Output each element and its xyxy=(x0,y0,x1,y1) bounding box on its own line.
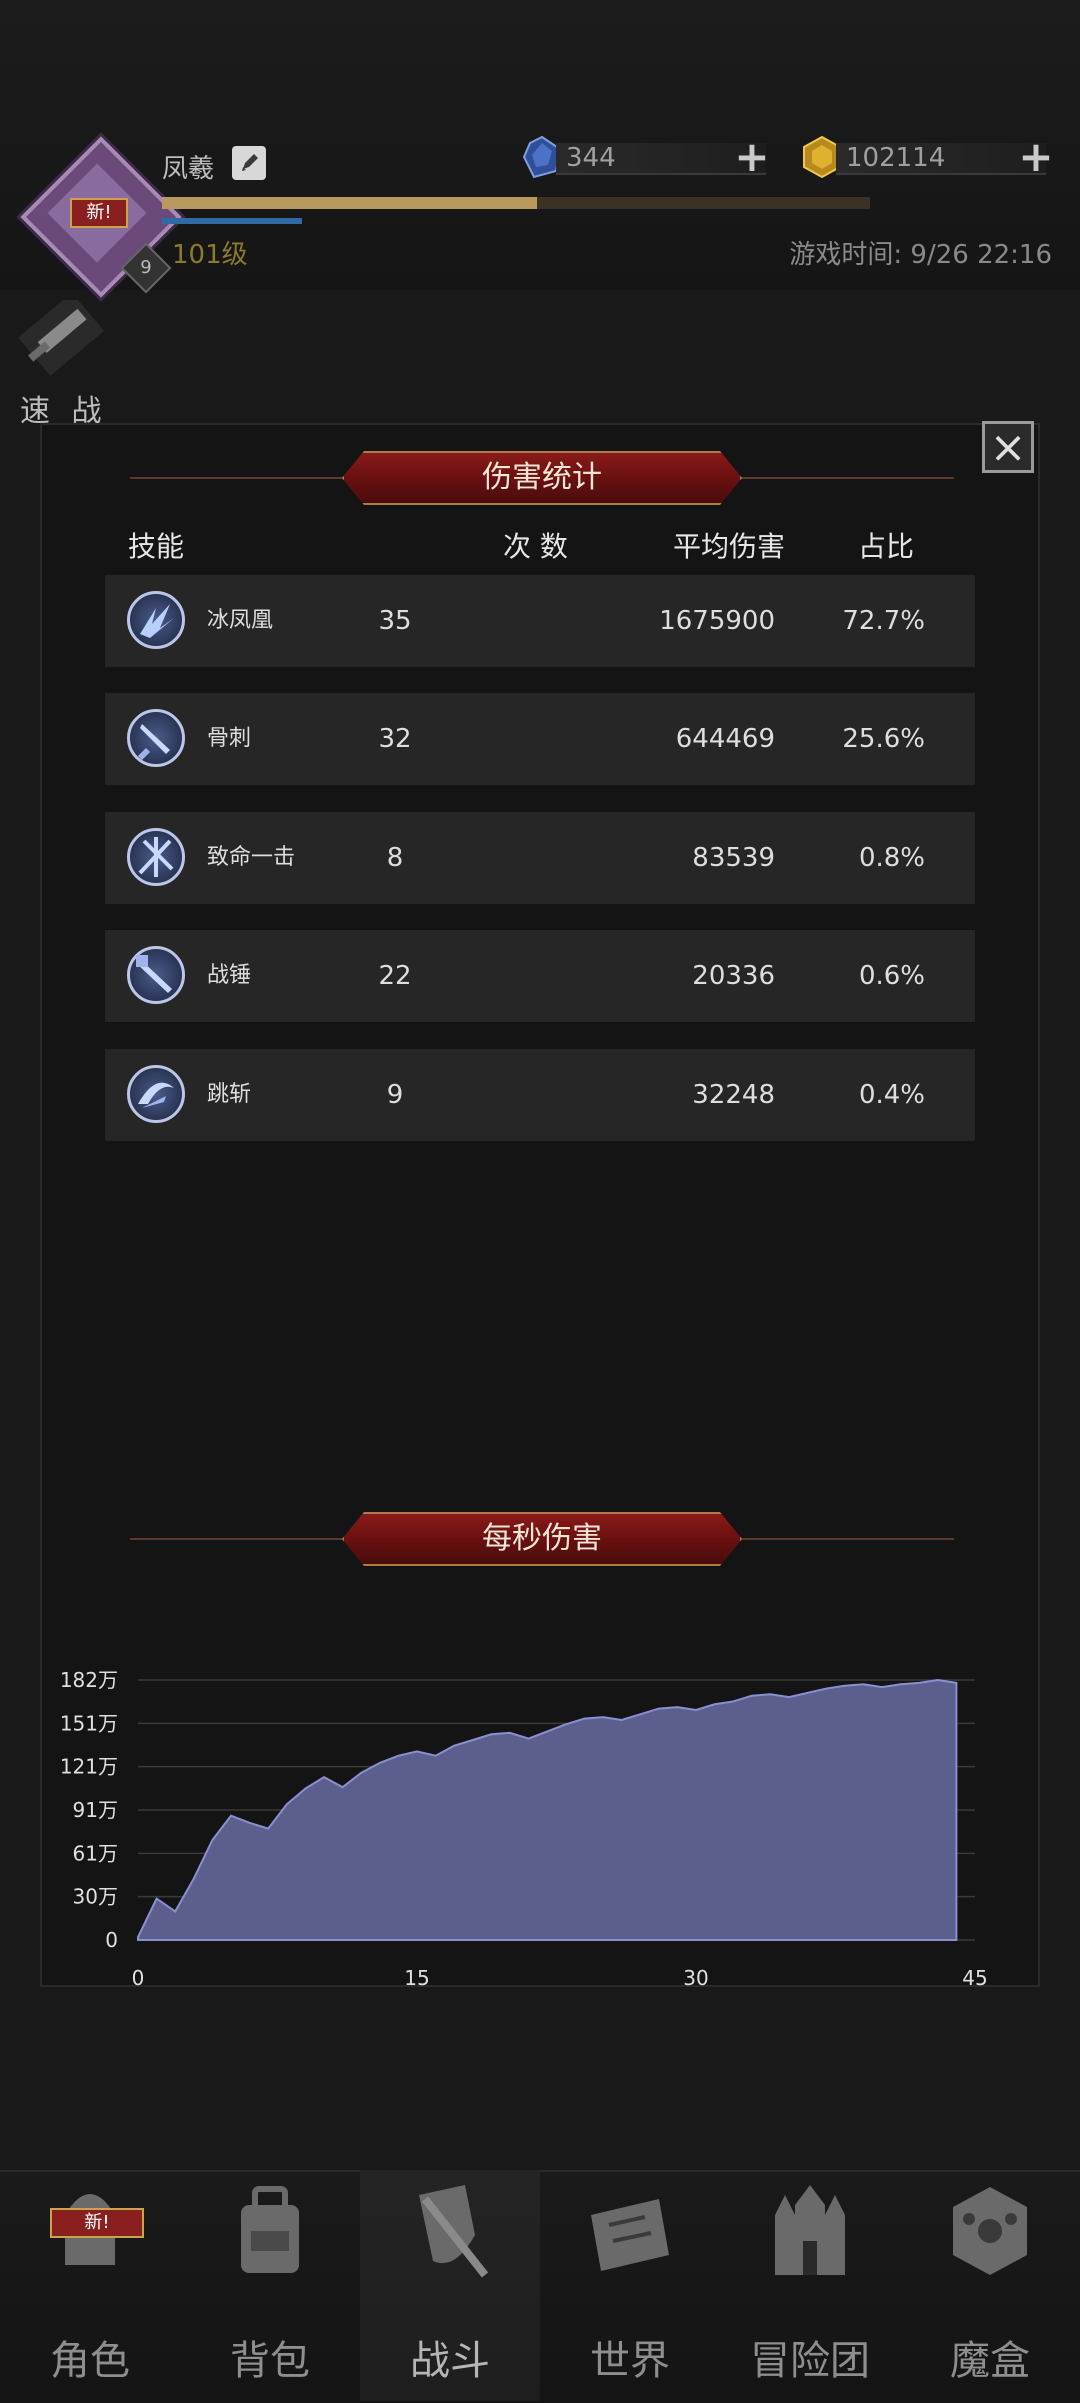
skill-count: 35 xyxy=(378,606,412,636)
close-icon[interactable]: × xyxy=(982,421,1034,473)
nav-label-battle: 战斗 xyxy=(410,2338,490,2384)
damage-stats-banner: 伤害统计 xyxy=(130,451,954,505)
xp-bar-fill xyxy=(162,197,538,209)
table-row: 战锤 22 20336 0.6% xyxy=(105,930,975,1022)
nav-label-magic-box: 魔盒 xyxy=(950,2338,1030,2384)
skill-percent: 72.7% xyxy=(842,606,925,636)
skill-avg-damage: 32248 xyxy=(692,1080,775,1110)
dps-title: 每秒伤害 xyxy=(482,1521,602,1556)
y-axis-labels: 0 30万 61万 91万 121万 151万 182万 xyxy=(60,1668,118,1952)
player-level: 101级 xyxy=(172,240,248,270)
skill-count: 8 xyxy=(386,843,404,873)
nav-label-adventure-team: 冒险团 xyxy=(750,2338,870,2384)
map-scroll-icon xyxy=(591,2199,669,2271)
player-name: 凤羲 xyxy=(162,154,215,184)
skill-name: 致命一击 xyxy=(207,845,296,870)
y-tick-label: 182万 xyxy=(60,1668,118,1692)
avatar-new-badge: 新! xyxy=(70,198,128,228)
sword-icon xyxy=(18,292,104,376)
y-tick-label: 61万 xyxy=(73,1841,118,1865)
table-row: 冰凤凰 35 1675900 72.7% xyxy=(105,575,975,667)
skill-percent: 0.4% xyxy=(858,1080,925,1110)
war-hammer-icon xyxy=(127,946,185,1004)
table-row: 致命一击 8 83539 0.8% xyxy=(105,812,975,904)
table-row: 跳斩 9 32248 0.4% xyxy=(105,1049,975,1141)
skill-avg-damage: 20336 xyxy=(692,961,775,991)
shield-sword-icon xyxy=(419,2185,489,2278)
skill-name: 冰凤凰 xyxy=(207,608,274,633)
skill-percent: 0.8% xyxy=(858,843,925,873)
x-tick-label: 0 xyxy=(132,1966,145,1990)
y-tick-label: 121万 xyxy=(60,1755,118,1779)
header-avg: 平均伤害 xyxy=(673,530,786,563)
y-tick-label: 0 xyxy=(105,1928,118,1952)
header-pct: 占比 xyxy=(858,530,915,563)
currency-gold: 102114 + xyxy=(800,135,1060,179)
damage-stats-title: 伤害统计 xyxy=(482,460,602,495)
skill-avg-damage: 644469 xyxy=(675,724,775,754)
skill-name: 战锤 xyxy=(207,963,252,988)
y-tick-label: 91万 xyxy=(73,1798,118,1822)
add-gold-crystal-button[interactable]: + xyxy=(1018,136,1054,178)
y-tick-label: 151万 xyxy=(60,1711,118,1735)
nav-label-backpack: 背包 xyxy=(230,2338,310,2384)
currency-value: 102114 xyxy=(846,143,946,173)
nav-label-character: 角色 xyxy=(50,2338,130,2384)
x-tick-label: 45 xyxy=(962,1966,987,1990)
backpack-icon xyxy=(241,2186,299,2273)
nav-label-world: 世界 xyxy=(590,2338,670,2384)
mana-bar xyxy=(162,218,302,224)
edit-name-icon[interactable] xyxy=(232,146,266,180)
critical-strike-icon xyxy=(127,828,185,886)
x-axis-labels: 0 15 30 45 xyxy=(132,1966,988,1990)
game-time: 游戏时间: 9/26 22:16 xyxy=(789,240,1052,270)
skill-count: 22 xyxy=(378,961,412,991)
skill-percent: 0.6% xyxy=(858,961,925,991)
x-tick-label: 15 xyxy=(404,1966,429,1990)
skill-avg-damage: 83539 xyxy=(692,843,775,873)
skill-avg-damage: 1675900 xyxy=(659,606,775,636)
y-tick-label: 30万 xyxy=(73,1885,118,1909)
leap-slash-icon xyxy=(127,1065,185,1123)
nav-new-badge: 新! xyxy=(50,2208,144,2238)
add-blue-crystal-button[interactable]: + xyxy=(734,136,770,178)
x-tick-label: 30 xyxy=(683,1966,708,1990)
currency-value: 344 xyxy=(566,143,616,173)
dps-chart: 0 30万 61万 91万 121万 151万 182万 0 15 30 45 xyxy=(60,1668,988,1990)
skill-count: 32 xyxy=(378,724,412,754)
avatar-level-text: 9 xyxy=(140,257,152,278)
skill-name: 跳斩 xyxy=(207,1082,252,1107)
bone-spike-icon xyxy=(127,709,185,767)
skill-count: 9 xyxy=(386,1080,404,1110)
dps-banner: 每秒伤害 xyxy=(130,1512,954,1566)
ice-phoenix-icon xyxy=(127,591,185,649)
header-count: 次 数 xyxy=(503,530,568,563)
skill-percent: 25.6% xyxy=(842,724,925,754)
table-row: 骨刺 32 644469 25.6% xyxy=(105,693,975,785)
skill-name: 骨刺 xyxy=(207,726,252,751)
magic-box-icon xyxy=(953,2187,1027,2275)
castle-icon xyxy=(775,2185,845,2275)
stats-table-header: 技能 次 数 平均伤害 占比 xyxy=(128,525,968,565)
header-skill: 技能 xyxy=(128,530,185,563)
